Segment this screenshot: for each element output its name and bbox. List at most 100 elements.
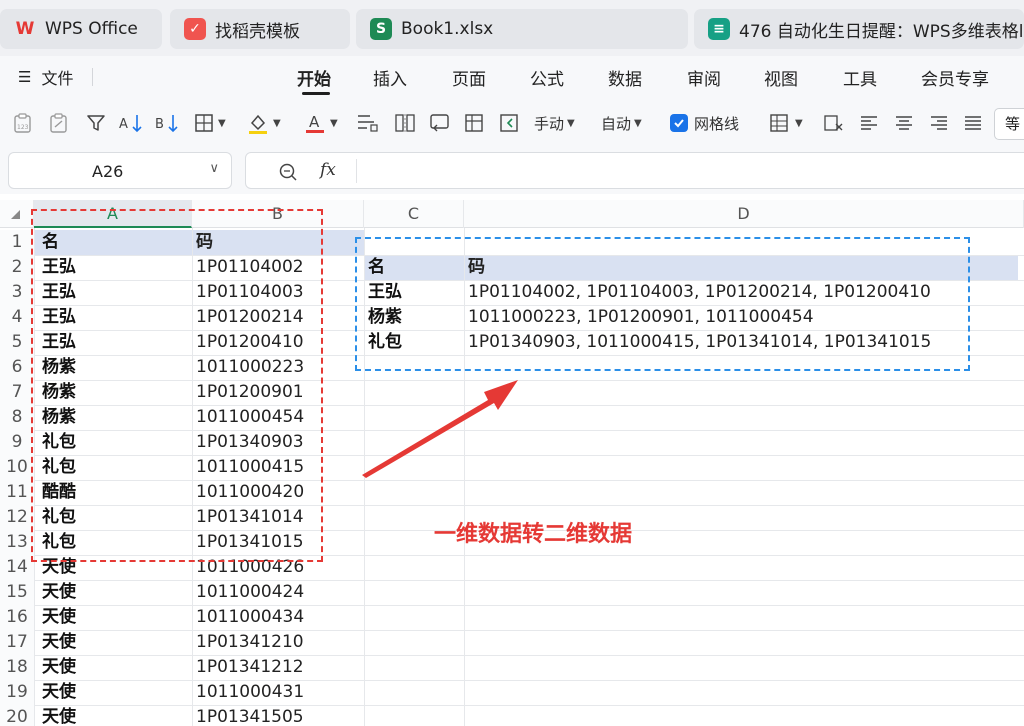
source-name-cell[interactable]: 天使 bbox=[42, 655, 188, 680]
column-header-d[interactable]: D bbox=[464, 200, 1024, 228]
borders-style-dropdown[interactable]: ▼ bbox=[768, 110, 803, 136]
tab-formula[interactable]: 公式 bbox=[530, 65, 564, 90]
cell-style-dropdown[interactable]: 等 bbox=[994, 108, 1024, 140]
row-header[interactable]: 7 bbox=[0, 380, 34, 405]
tab-multidim-table[interactable]: ≡ 476 自动化生日提醒：WPS多维表格l bbox=[694, 9, 1024, 49]
tab-docer-templates[interactable]: ✓ 找稻壳模板 bbox=[170, 9, 350, 49]
align-center-icon[interactable] bbox=[893, 110, 915, 136]
formula-divider bbox=[356, 159, 357, 183]
row-header[interactable]: 18 bbox=[0, 655, 34, 680]
borders-dropdown[interactable]: ▼ bbox=[193, 110, 226, 136]
wrap-text-icon[interactable] bbox=[355, 110, 379, 136]
column-split-icon[interactable] bbox=[393, 110, 417, 136]
gridlines-checkbox[interactable]: 网格线 bbox=[670, 110, 739, 136]
row-header[interactable]: 16 bbox=[0, 605, 34, 630]
chevron-down-icon: ▼ bbox=[330, 117, 338, 129]
name-box[interactable]: A26 ∨ bbox=[8, 152, 232, 189]
align-right-icon[interactable] bbox=[928, 110, 950, 136]
manual-calc-label: 手动 bbox=[534, 114, 565, 133]
svg-text:123: 123 bbox=[17, 124, 29, 131]
tab-data[interactable]: 数据 bbox=[608, 65, 642, 90]
source-name-cell[interactable]: 天使 bbox=[42, 680, 188, 705]
row-header[interactable]: 2 bbox=[0, 255, 34, 280]
source-name-cell[interactable]: 天使 bbox=[42, 705, 188, 726]
tab-label: 476 自动化生日提醒：WPS多维表格l bbox=[739, 21, 1024, 42]
tab-label: Book1.xlsx bbox=[401, 19, 494, 39]
row-header[interactable]: 3 bbox=[0, 280, 34, 305]
table-style-icon[interactable] bbox=[463, 110, 487, 136]
tab-member[interactable]: 会员专享 bbox=[921, 65, 989, 90]
align-left-icon[interactable] bbox=[858, 110, 880, 136]
source-code-cell[interactable]: 1P01341505 bbox=[196, 705, 362, 726]
auto-dropdown[interactable]: 自动 ▼ bbox=[601, 110, 642, 136]
source-name-cell[interactable]: 天使 bbox=[42, 630, 188, 655]
tab-wps-office[interactable]: W WPS Office bbox=[0, 9, 162, 49]
sort-ascending-icon[interactable]: A bbox=[118, 110, 144, 136]
row-header[interactable]: 12 bbox=[0, 505, 34, 530]
font-color-icon: A bbox=[306, 113, 324, 133]
corner-triangle-icon bbox=[11, 210, 20, 219]
row-header[interactable]: 14 bbox=[0, 555, 34, 580]
borders-icon bbox=[195, 114, 213, 132]
file-menu-label: 文件 bbox=[41, 69, 74, 88]
row-header[interactable]: 8 bbox=[0, 405, 34, 430]
tab-home[interactable]: 开始 bbox=[297, 65, 331, 90]
row-header[interactable]: 17 bbox=[0, 630, 34, 655]
row-header[interactable]: 15 bbox=[0, 580, 34, 605]
row-header[interactable]: 10 bbox=[0, 455, 34, 480]
tab-label: WPS Office bbox=[45, 19, 138, 39]
tab-review[interactable]: 审阅 bbox=[687, 65, 721, 90]
active-tab-indicator bbox=[302, 92, 330, 95]
row-header[interactable]: 20 bbox=[0, 705, 34, 726]
row-header[interactable]: 13 bbox=[0, 530, 34, 555]
menu-divider bbox=[92, 68, 93, 86]
convert-icon[interactable] bbox=[428, 110, 452, 136]
row-header[interactable]: 5 bbox=[0, 330, 34, 355]
row-header[interactable]: 6 bbox=[0, 355, 34, 380]
tab-insert[interactable]: 插入 bbox=[373, 65, 407, 90]
justify-icon[interactable] bbox=[962, 110, 984, 136]
docer-logo-icon: ✓ bbox=[184, 18, 206, 40]
filter-icon[interactable] bbox=[86, 110, 106, 136]
source-code-cell[interactable]: 1011000434 bbox=[196, 605, 362, 630]
source-code-cell[interactable]: 1011000431 bbox=[196, 680, 362, 705]
tab-page[interactable]: 页面 bbox=[452, 65, 486, 90]
chevron-down-icon: ▼ bbox=[218, 117, 226, 129]
fill-color-dropdown[interactable]: ▼ bbox=[246, 110, 281, 136]
row-header[interactable]: 19 bbox=[0, 680, 34, 705]
source-data-highlight bbox=[31, 209, 323, 562]
spreadsheet-icon: S bbox=[370, 18, 392, 40]
row-header[interactable]: 4 bbox=[0, 305, 34, 330]
tab-label: 找稻壳模板 bbox=[215, 21, 300, 42]
row-header[interactable]: 9 bbox=[0, 430, 34, 455]
row-header[interactable]: 1 bbox=[0, 230, 34, 255]
source-code-cell[interactable]: 1P01341210 bbox=[196, 630, 362, 655]
function-icon[interactable]: fx bbox=[320, 160, 336, 180]
tab-tools[interactable]: 工具 bbox=[843, 65, 877, 90]
formula-input[interactable]: fx bbox=[245, 152, 1024, 189]
paste-values-icon[interactable]: 123 bbox=[12, 110, 34, 136]
select-all-corner[interactable] bbox=[0, 200, 34, 228]
source-code-cell[interactable]: 1011000424 bbox=[196, 580, 362, 605]
spreadsheet-grid[interactable]: A B C D 1 2 3 4 5 6 7 8 9 10 11 12 13 14 15 16 17 18 19 20 名… bbox=[0, 200, 1024, 726]
clear-format-icon[interactable] bbox=[822, 110, 846, 136]
source-code-cell[interactable]: 1P01341212 bbox=[196, 655, 362, 680]
annotation-caption: 一维数据转二维数据 bbox=[434, 522, 633, 547]
column-header-c[interactable]: C bbox=[364, 200, 464, 228]
source-name-cell[interactable]: 天使 bbox=[42, 580, 188, 605]
font-color-dropdown[interactable]: A ▼ bbox=[303, 110, 338, 136]
paste-format-icon[interactable] bbox=[48, 110, 70, 136]
hamburger-icon: ☰ bbox=[18, 68, 32, 86]
manual-calc-dropdown[interactable]: 手动 ▼ bbox=[534, 110, 575, 136]
sort-descending-icon[interactable]: B bbox=[154, 110, 180, 136]
zoom-icon[interactable] bbox=[278, 162, 298, 182]
row-header[interactable]: 11 bbox=[0, 480, 34, 505]
freeze-icon[interactable] bbox=[498, 110, 522, 136]
tab-view[interactable]: 视图 bbox=[764, 65, 798, 90]
tab-book1[interactable]: S Book1.xlsx bbox=[356, 9, 688, 49]
fill-color-icon bbox=[249, 114, 267, 134]
source-name-cell[interactable]: 天使 bbox=[42, 605, 188, 630]
chevron-down-icon: ▼ bbox=[273, 117, 281, 129]
file-menu-button[interactable]: ☰ 文件 bbox=[18, 65, 73, 89]
svg-text:A: A bbox=[119, 117, 128, 132]
